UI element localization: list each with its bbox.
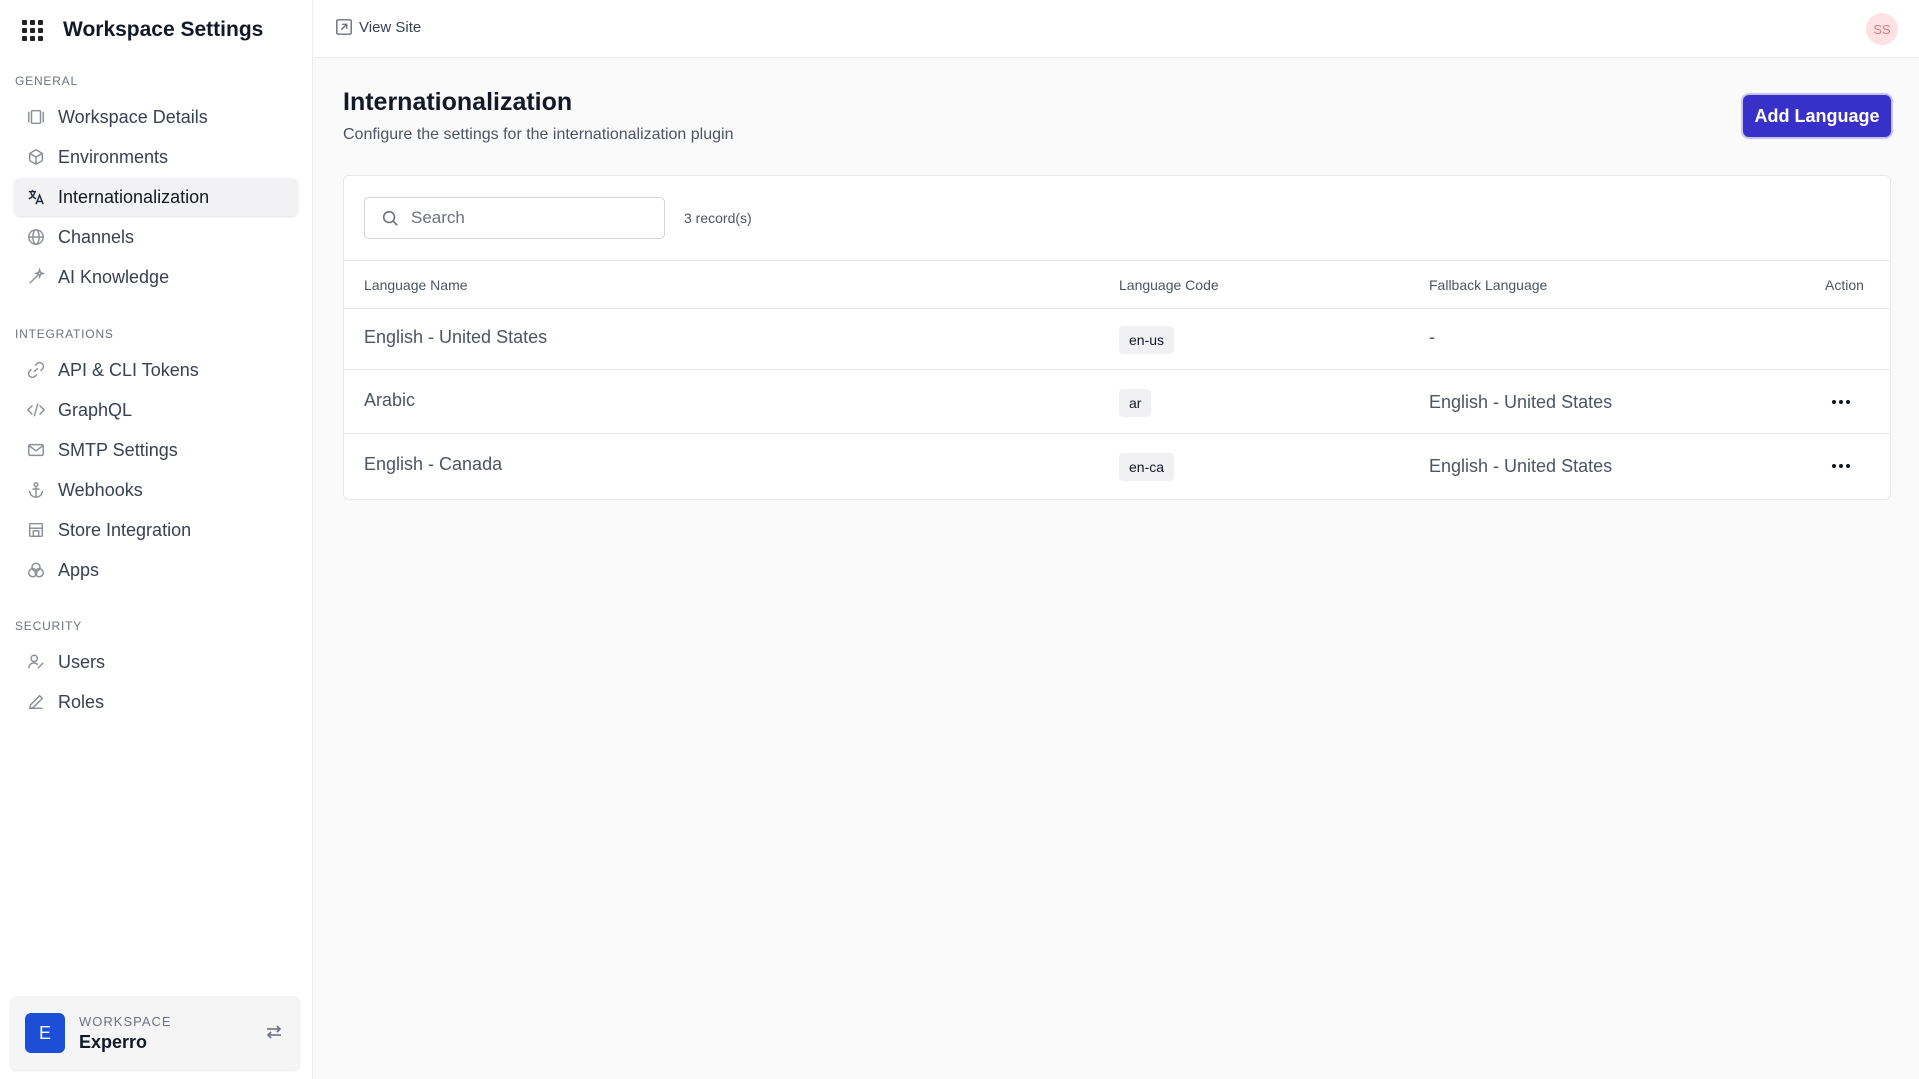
- sidebar-item-smtp-settings[interactable]: SMTP Settings: [14, 431, 298, 469]
- fallback-language: English - United States: [1429, 456, 1613, 476]
- mail-icon: [26, 440, 46, 460]
- add-language-button[interactable]: Add Language: [1743, 95, 1891, 137]
- globe-icon: [26, 227, 46, 247]
- search-icon: [382, 210, 398, 226]
- column-header-language-name: Language Name: [364, 277, 468, 293]
- language-name: English - United States: [364, 327, 548, 347]
- sidebar-item-roles[interactable]: Roles: [14, 683, 298, 721]
- page-subtitle: Configure the settings for the internati…: [343, 126, 734, 143]
- sidebar-item-label: SMTP Settings: [58, 439, 178, 460]
- sidebar-header: Workspace Settings: [0, 0, 312, 60]
- languages-table-card: 3 record(s) Language Name Language Code …: [343, 175, 1891, 500]
- sidebar-item-label: Workspace Details: [58, 106, 208, 127]
- workspace-label: WORKSPACE: [79, 1013, 172, 1029]
- sidebar-item-label: Channels: [58, 226, 135, 247]
- search-input[interactable]: [411, 208, 641, 228]
- column-header-action: Action: [1825, 277, 1864, 293]
- app-grid-icon[interactable]: [22, 19, 43, 41]
- fallback-language: -: [1429, 327, 1435, 347]
- sidebar-item-label: Internationalization: [58, 186, 210, 207]
- columns-icon: [26, 107, 46, 127]
- sidebar-item-label: AI Knowledge: [58, 266, 170, 287]
- switch-arrows-icon[interactable]: [264, 1022, 284, 1042]
- translate-icon: [26, 187, 46, 207]
- sidebar-item-label: Store Integration: [58, 519, 192, 540]
- sidebar-item-ai-knowledge[interactable]: AI Knowledge: [14, 258, 298, 296]
- sparkle-icon: [26, 267, 46, 287]
- users-icon: [26, 652, 46, 672]
- sidebar-item-webhooks[interactable]: Webhooks: [14, 471, 298, 509]
- page-title: Internationalization: [343, 88, 573, 116]
- language-name: English - Canada: [364, 454, 503, 474]
- sidebar-item-workspace-details[interactable]: Workspace Details: [14, 98, 298, 136]
- view-site-link[interactable]: View Site: [335, 18, 421, 36]
- store-icon: [26, 520, 46, 540]
- sidebar-item-label: Apps: [58, 559, 100, 580]
- sidebar-item-label: Users: [58, 651, 106, 672]
- fallback-language: English - United States: [1429, 392, 1613, 412]
- sidebar-item-api-cli-tokens[interactable]: API & CLI Tokens: [14, 351, 298, 389]
- section-title-integrations: INTEGRATIONS: [15, 327, 114, 341]
- sidebar-item-internationalization[interactable]: Internationalization: [14, 178, 298, 216]
- language-name: Arabic: [364, 390, 416, 410]
- top-bar: View Site SS: [314, 0, 1919, 58]
- search-box[interactable]: [364, 197, 665, 239]
- sidebar-item-environments[interactable]: Environments: [14, 138, 298, 176]
- sidebar-item-label: Roles: [58, 691, 105, 712]
- language-code-badge: en-ca: [1119, 453, 1175, 481]
- sidebar: Workspace Settings GENERAL Workspace Det…: [0, 0, 313, 1079]
- table-toolbar: 3 record(s): [344, 176, 1890, 261]
- record-count: 3 record(s): [684, 210, 752, 226]
- table-row[interactable]: English - Canada en-ca English - United …: [344, 434, 1890, 498]
- link-icon: [26, 360, 46, 380]
- section-title-general: GENERAL: [15, 74, 78, 88]
- section-title-security: SECURITY: [15, 619, 83, 633]
- workspace-avatar: E: [25, 1013, 65, 1053]
- column-header-language-code: Language Code: [1119, 277, 1219, 293]
- sidebar-item-label: API & CLI Tokens: [58, 359, 199, 380]
- more-actions-icon[interactable]: [1832, 392, 1850, 412]
- view-site-label: View Site: [359, 18, 422, 36]
- sidebar-item-store-integration[interactable]: Store Integration: [14, 511, 298, 549]
- sidebar-item-apps[interactable]: Apps: [14, 551, 298, 589]
- language-code-badge: en-us: [1119, 326, 1175, 354]
- user-avatar[interactable]: SS: [1866, 13, 1898, 45]
- anchor-icon: [26, 480, 46, 500]
- column-header-fallback-language: Fallback Language: [1429, 277, 1548, 293]
- table-header: Language Name Language Code Fallback Lan…: [344, 261, 1890, 309]
- sidebar-item-label: Webhooks: [58, 479, 143, 500]
- pen-icon: [26, 692, 46, 712]
- sidebar-item-channels[interactable]: Channels: [14, 218, 298, 256]
- workspace-name: Experro: [79, 1031, 148, 1052]
- sidebar-item-label: GraphQL: [58, 399, 133, 420]
- sidebar-title: Workspace Settings: [63, 18, 264, 41]
- sidebar-item-graphql[interactable]: GraphQL: [14, 391, 298, 429]
- table-row[interactable]: English - United States en-us -: [344, 309, 1890, 370]
- workspace-switcher[interactable]: E WORKSPACE Experro: [10, 996, 300, 1070]
- language-code-badge: ar: [1119, 389, 1152, 417]
- sidebar-item-users[interactable]: Users: [14, 643, 298, 681]
- apps-icon: [26, 560, 46, 580]
- external-link-icon: [336, 19, 352, 35]
- sidebar-item-label: Environments: [58, 146, 169, 167]
- code-icon: [26, 400, 46, 420]
- cube-icon: [26, 147, 46, 167]
- table-row[interactable]: Arabic ar English - United States: [344, 370, 1890, 434]
- more-actions-icon[interactable]: [1832, 456, 1850, 476]
